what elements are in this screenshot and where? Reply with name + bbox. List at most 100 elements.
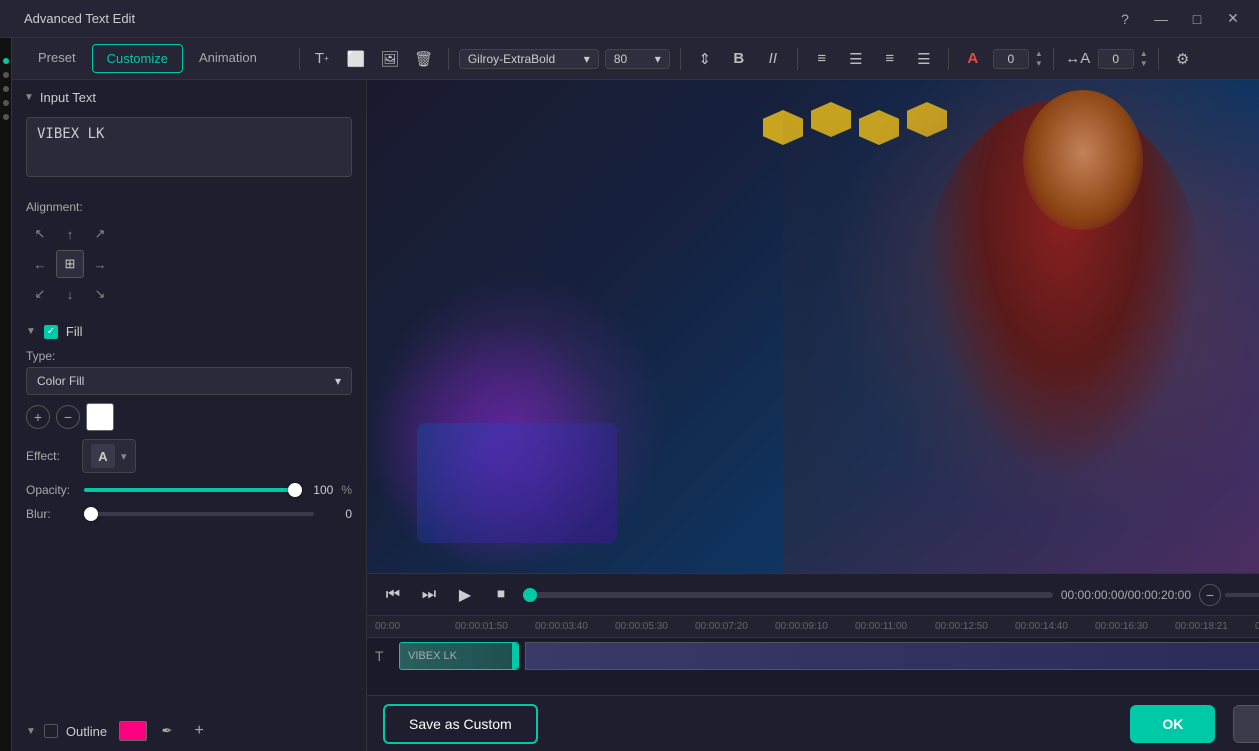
toolbar-icons: T+ ⬜ 🖼 🗑 Gilroy-ExtraBold ▾ 80 ▾ ⇕ B bbox=[308, 45, 1251, 73]
tab-customize[interactable]: Customize bbox=[92, 44, 183, 73]
step-back-button[interactable]: ⏭ bbox=[415, 581, 443, 609]
type-dropdown[interactable]: Color Fill ▾ bbox=[26, 367, 352, 395]
align-bottom-left[interactable]: ↙ bbox=[26, 280, 54, 308]
align-left-icon[interactable]: ≡ bbox=[808, 45, 836, 73]
person-overlay bbox=[783, 80, 1259, 573]
resize-icon[interactable]: ⬜ bbox=[342, 45, 370, 73]
spacing-input[interactable] bbox=[1098, 49, 1134, 69]
fill-section: ▼ ✓ Fill Type: Color Fill ▾ + − bbox=[12, 316, 366, 529]
alignment-section: Alignment: ↖ ↑ ↗ ← ⊞ → ↙ ↓ ↘ bbox=[12, 192, 366, 316]
opacity-thumb[interactable] bbox=[288, 483, 302, 497]
align-middle-left[interactable]: ← bbox=[26, 250, 54, 278]
blur-slider[interactable] bbox=[84, 512, 314, 516]
outline-checkbox[interactable] bbox=[44, 724, 58, 738]
minimize-button[interactable]: — bbox=[1147, 5, 1175, 33]
image-icon[interactable]: 🖼 bbox=[376, 45, 404, 73]
align-bottom-right[interactable]: ↘ bbox=[86, 280, 114, 308]
text-input[interactable]: VIBEX LK bbox=[26, 117, 352, 177]
font-selector[interactable]: Gilroy-ExtraBold ▾ bbox=[459, 49, 599, 69]
track-clip-long[interactable] bbox=[525, 642, 1259, 670]
outline-arrow[interactable]: ▼ bbox=[26, 726, 36, 737]
track-type-icon: T bbox=[375, 648, 393, 664]
italic-button[interactable]: II bbox=[759, 45, 787, 73]
rotation-arrows[interactable]: ▲ ▼ bbox=[1035, 49, 1043, 68]
letter-spacing-icon[interactable]: ↔A bbox=[1064, 45, 1092, 73]
edge-dot bbox=[3, 58, 9, 64]
title-bar: Advanced Text Edit ? — □ ✕ bbox=[0, 0, 1259, 38]
align-top-right[interactable]: ↗ bbox=[86, 220, 114, 248]
edge-dot bbox=[3, 72, 9, 78]
ruler-mark-7: 00:00:12:50 bbox=[935, 621, 1015, 632]
play-button[interactable]: ▶ bbox=[451, 581, 479, 609]
progress-bar[interactable] bbox=[523, 592, 1053, 598]
stop-button[interactable]: ⏹ bbox=[487, 581, 515, 609]
monitor-glow bbox=[417, 423, 617, 543]
playback-bar: ⏮ ⏭ ▶ ⏹ 00:00:00:00/00:00:20:00 − + bbox=[367, 573, 1259, 615]
fill-checkbox[interactable]: ✓ bbox=[44, 325, 58, 339]
fill-label: Fill bbox=[66, 324, 83, 339]
effect-selector[interactable]: A ▾ bbox=[82, 439, 136, 473]
track-clip[interactable]: VIBEX LK bbox=[399, 642, 519, 670]
align-right-icon[interactable]: ≡ bbox=[876, 45, 904, 73]
outline-label: Outline bbox=[66, 724, 107, 739]
align-top-center[interactable]: ↑ bbox=[56, 220, 84, 248]
font-size-selector[interactable]: 80 ▾ bbox=[605, 49, 670, 69]
color-swatch[interactable] bbox=[86, 403, 114, 431]
ok-button[interactable]: OK bbox=[1130, 705, 1215, 743]
text-spacing-icon[interactable]: ⇕ bbox=[691, 45, 719, 73]
blur-thumb[interactable] bbox=[84, 507, 98, 521]
align-bottom-center[interactable]: ↓ bbox=[56, 280, 84, 308]
outline-color-swatch[interactable] bbox=[119, 721, 147, 741]
blur-label: Blur: bbox=[26, 507, 76, 521]
fill-header[interactable]: ▼ ✓ Fill bbox=[26, 324, 352, 339]
close-button[interactable]: ✕ bbox=[1219, 5, 1247, 33]
effect-label: Effect: bbox=[26, 449, 76, 463]
maximize-button[interactable]: □ bbox=[1183, 5, 1211, 33]
tb-separator-4 bbox=[948, 48, 949, 70]
tb-separator-3 bbox=[797, 48, 798, 70]
spacing-arrows[interactable]: ▲ ▼ bbox=[1140, 49, 1148, 68]
help-button[interactable]: ? bbox=[1111, 5, 1139, 33]
progress-thumb[interactable] bbox=[523, 588, 537, 602]
align-justify-icon[interactable]: ☰ bbox=[910, 45, 938, 73]
eyedropper-icon[interactable]: ✒ bbox=[155, 719, 179, 743]
input-text-header[interactable]: ▼ Input Text bbox=[12, 80, 366, 111]
tab-animation[interactable]: Animation bbox=[185, 44, 271, 73]
remove-color-button[interactable]: − bbox=[56, 405, 80, 429]
save-custom-button[interactable]: Save as Custom bbox=[383, 704, 538, 744]
zoom-controls: − + bbox=[1199, 584, 1259, 606]
cancel-button[interactable]: Cancel bbox=[1233, 705, 1259, 743]
add-text-icon[interactable]: T+ bbox=[308, 45, 336, 73]
tab-preset[interactable]: Preset bbox=[24, 44, 90, 73]
edge-dot bbox=[3, 86, 9, 92]
fill-type-row: Type: Color Fill ▾ bbox=[26, 349, 352, 395]
content-area: ▼ Input Text VIBEX LK Alignment: ↖ ↑ ↗ ←… bbox=[0, 80, 1259, 751]
window-title: Advanced Text Edit bbox=[24, 11, 1111, 26]
opacity-row: Opacity: 100 % bbox=[26, 483, 352, 497]
zoom-slider[interactable] bbox=[1225, 593, 1259, 597]
font-dropdown-icon: ▾ bbox=[584, 52, 590, 66]
rewind-button[interactable]: ⏮ bbox=[379, 581, 407, 609]
settings-icon[interactable]: ⚙ bbox=[1169, 45, 1197, 73]
text-color-icon[interactable]: A bbox=[959, 45, 987, 73]
ruler-mark-6: 00:00:11:00 bbox=[855, 621, 935, 632]
align-middle-right[interactable]: → bbox=[86, 250, 114, 278]
opacity-slider[interactable] bbox=[84, 488, 295, 492]
video-bg bbox=[367, 80, 1259, 573]
ruler-mark-4: 00:00:07:20 bbox=[695, 621, 775, 632]
zoom-out-button[interactable]: − bbox=[1199, 584, 1221, 606]
add-outline-button[interactable]: + bbox=[187, 719, 211, 743]
align-top-left[interactable]: ↖ bbox=[26, 220, 54, 248]
clip-resize-handle[interactable] bbox=[512, 643, 518, 669]
spacer bbox=[12, 529, 366, 711]
input-text-arrow: ▼ bbox=[24, 92, 34, 103]
align-center-icon[interactable]: ☰ bbox=[842, 45, 870, 73]
bold-button[interactable]: B bbox=[725, 45, 753, 73]
rotation-input[interactable] bbox=[993, 49, 1029, 69]
type-label: Type: bbox=[26, 349, 352, 363]
delete-icon[interactable]: 🗑 bbox=[410, 45, 438, 73]
effect-dropdown-arrow: ▾ bbox=[121, 450, 127, 463]
add-color-button[interactable]: + bbox=[26, 405, 50, 429]
title-controls: ? — □ ✕ bbox=[1111, 5, 1247, 33]
align-middle-center[interactable]: ⊞ bbox=[56, 250, 84, 278]
